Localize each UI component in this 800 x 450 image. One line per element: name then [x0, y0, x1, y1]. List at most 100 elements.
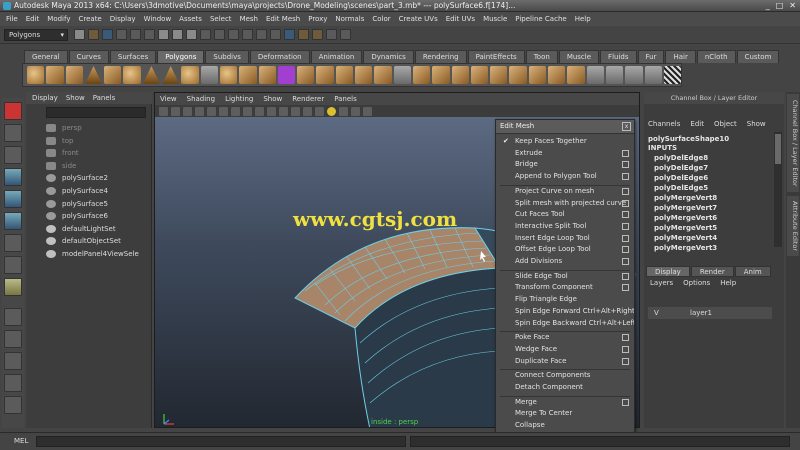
reduce-icon[interactable] [412, 66, 431, 84]
outliner-item[interactable]: polySurface5 [46, 198, 108, 210]
poly-sphere-icon[interactable] [27, 66, 45, 84]
menu-item-keep-faces-together[interactable]: Keep Faces Together [503, 137, 587, 145]
outliner-item[interactable]: polySurface2 [46, 172, 108, 184]
menu-item-add-divisions[interactable]: Add Divisions [515, 257, 562, 265]
rotate-tool-icon[interactable] [4, 190, 22, 208]
menu-edit[interactable]: Edit [26, 15, 40, 23]
open-scene-icon[interactable] [88, 29, 99, 40]
insert-edge-loop-icon[interactable] [509, 66, 527, 84]
menu-item-detach-component[interactable]: Detach Component [515, 383, 583, 391]
mask-uv-icon[interactable] [200, 29, 211, 40]
outliner-search-input[interactable] [46, 107, 146, 118]
shelf-tab-custom[interactable]: Custom [736, 50, 780, 63]
separate-icon[interactable] [258, 66, 276, 84]
mirror-geometry-icon[interactable] [374, 66, 392, 84]
option-box-icon[interactable] [622, 284, 629, 292]
menu-set-select[interactable]: Polygons ▾ [4, 29, 68, 41]
checker-icon[interactable] [663, 66, 682, 84]
input-line-icon[interactable] [340, 29, 351, 40]
snap-curve-icon[interactable] [228, 29, 239, 40]
menu-select[interactable]: Select [210, 15, 232, 23]
layer-visibility-toggle[interactable]: V [654, 307, 659, 319]
extract-icon[interactable] [297, 66, 315, 84]
menu-edit-mesh[interactable]: Edit Mesh [266, 15, 300, 23]
menu-item-transform-component[interactable]: Transform Component [515, 283, 593, 291]
menu-item-extrude[interactable]: Extrude [515, 149, 542, 157]
poly-helix-icon[interactable] [200, 66, 218, 84]
universal-manipulator-icon[interactable] [4, 234, 22, 252]
snap-grid-icon[interactable] [214, 29, 225, 40]
mask-vertex-icon[interactable] [158, 29, 169, 40]
menu-item-merge[interactable]: Merge [515, 398, 537, 406]
shelf-tab-fur[interactable]: Fur [637, 50, 665, 63]
uv-editor-icon[interactable] [625, 66, 643, 84]
menu-pipeline-cache[interactable]: Pipeline Cache [515, 15, 566, 23]
history-node[interactable]: polyMergeVert5 [654, 224, 717, 232]
planar-map-icon[interactable] [644, 66, 662, 84]
outliner-item[interactable]: front [46, 147, 79, 159]
history-node[interactable]: polyMergeVert7 [654, 204, 717, 212]
option-box-icon[interactable] [622, 345, 629, 353]
history-node[interactable]: polyDelEdge5 [654, 184, 708, 192]
outliner-menu-show[interactable]: Show [66, 94, 85, 102]
mask-edge-icon[interactable] [172, 29, 183, 40]
mask-face-icon[interactable] [186, 29, 197, 40]
new-scene-icon[interactable] [74, 29, 85, 40]
menu-item-duplicate-face[interactable]: Duplicate Face [515, 357, 566, 365]
outliner-item[interactable]: defaultObjectSet [46, 235, 121, 247]
extrude-icon[interactable] [432, 66, 450, 84]
command-input[interactable] [36, 436, 406, 447]
poly-pyramid-icon[interactable] [162, 66, 180, 84]
history-node[interactable]: polyMergeVert8 [654, 194, 717, 202]
menu-item-spin-edge-forward-ctrl-alt-right[interactable]: Spin Edge Forward Ctrl+Alt+Right [515, 307, 634, 315]
shelf-tab-curves[interactable]: Curves [68, 50, 109, 63]
channel-box-scrollbar[interactable] [774, 132, 782, 247]
history-node[interactable]: polyDelEdge8 [654, 154, 708, 162]
option-box-icon[interactable] [622, 173, 629, 181]
menu-item-merge-to-center[interactable]: Merge To Center [515, 409, 572, 417]
persp-graph-layout-icon[interactable] [4, 374, 22, 392]
layer-menu-options[interactable]: Options [683, 279, 710, 287]
history-node[interactable]: polyDelEdge7 [654, 164, 708, 172]
persp-outliner-layout-icon[interactable] [4, 352, 22, 370]
menu-window[interactable]: Window [144, 15, 172, 23]
single-pane-layout-icon[interactable] [4, 308, 22, 326]
menu-item-slide-edge-tool[interactable]: Slide Edge Tool [515, 272, 568, 280]
shelf-tab-rendering[interactable]: Rendering [414, 50, 467, 63]
poly-pipe-icon[interactable] [181, 66, 199, 84]
move-tool-icon[interactable] [4, 168, 22, 186]
outliner-item[interactable]: persp [46, 122, 82, 134]
option-box-icon[interactable] [622, 357, 629, 365]
menu-item-poke-face[interactable]: Poke Face [515, 333, 549, 341]
shelf-tab-general[interactable]: General [24, 50, 68, 63]
menu-file[interactable]: File [6, 15, 18, 23]
option-box-icon[interactable] [622, 258, 629, 265]
maximize-button[interactable]: □ [776, 1, 784, 10]
menu-item-project-curve-on-mesh[interactable]: Project Curve on mesh [515, 187, 594, 195]
lasso-tool-icon[interactable] [4, 124, 22, 142]
mel-label[interactable]: MEL [14, 437, 28, 445]
menu-modify[interactable]: Modify [47, 15, 70, 23]
option-box-icon[interactable] [622, 161, 629, 169]
option-box-icon[interactable] [622, 246, 629, 254]
snap-point-icon[interactable] [242, 29, 253, 40]
poly-plane-icon[interactable] [104, 66, 122, 84]
outliner-item[interactable]: modelPanel4ViewSele [46, 248, 139, 260]
minimize-button[interactable]: _ [766, 1, 770, 10]
menu-help[interactable]: Help [575, 15, 591, 23]
tab-render[interactable]: Render [690, 266, 734, 277]
menu-item-split-mesh-with-projected-curve[interactable]: Split mesh with projected curve [515, 199, 626, 207]
menu-item-bridge[interactable]: Bridge [515, 160, 538, 168]
menu-item-flip-triangle-edge[interactable]: Flip Triangle Edge [515, 295, 577, 303]
merge-icon[interactable] [567, 66, 585, 84]
boolean-intersection-icon[interactable] [355, 66, 373, 84]
layer-menu-help[interactable]: Help [720, 279, 736, 287]
paint-select-tool-icon[interactable] [4, 146, 22, 164]
render-settings-icon[interactable] [326, 29, 337, 40]
select-object-icon[interactable] [130, 29, 141, 40]
option-box-icon[interactable] [622, 187, 629, 195]
sculpt-icon[interactable] [586, 66, 604, 84]
layer-name[interactable]: layer1 [690, 307, 712, 319]
option-box-icon[interactable] [622, 272, 629, 280]
menu-color[interactable]: Color [372, 15, 390, 23]
